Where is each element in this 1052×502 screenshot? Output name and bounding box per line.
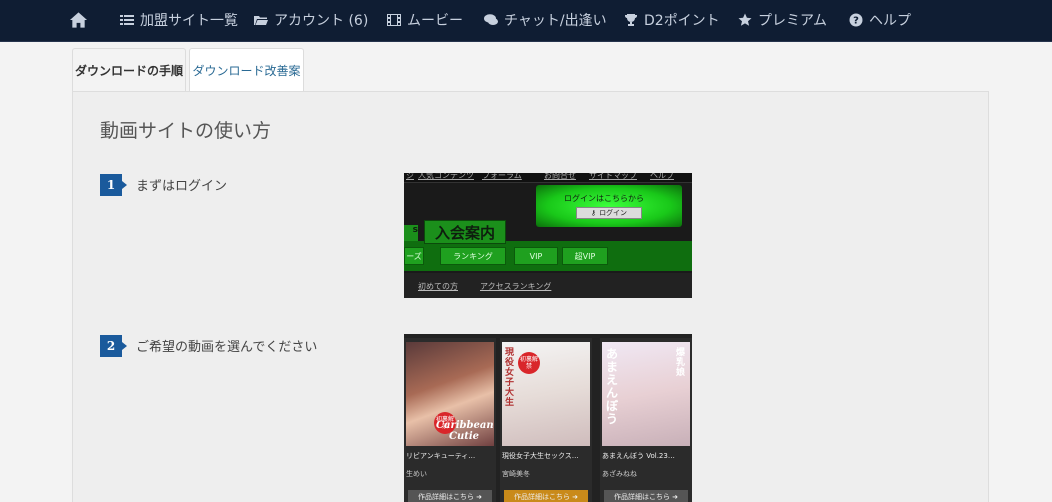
nav-premium-label: プレミアム [758,13,828,29]
menu-pill: 超VIP [562,247,608,265]
video-thumbnail: 現役女子大生 初裏解禁 [502,342,590,446]
top-link: ヘルプ [650,173,674,180]
tab-download-improvement[interactable]: ダウンロード改善案 [189,48,304,92]
svg-text:?: ? [853,16,859,27]
step-1-badge: 1 [100,174,127,196]
join-guide-label: 入会案内 [424,220,506,244]
login-button-label: ログイン [599,209,628,217]
video-detail-button: 作品詳細はこちら ➜ [604,490,688,502]
menu-pill: ランキング [440,247,506,265]
nav-help[interactable]: ? ヘルプ [849,0,911,40]
folder-icon [254,16,268,25]
bottom-link: アクセスランキング [480,282,552,291]
nav-movie-label: ムービー [407,13,463,29]
nav-sites-label: 加盟サイト一覧 [140,13,238,29]
tab-download-steps[interactable]: ダウンロードの手順 [72,48,186,92]
video-thumbnail: 初裏解禁 Caribbean Cutie [406,342,494,446]
video-badge: 初裏解禁 [518,352,540,374]
video-badge: 爆乳娘 [676,348,686,378]
video-card: 初裏解禁 Caribbean Cutie リビアンキューティ… 生めい 作品詳細… [404,338,496,502]
step-1-label: まずはログイン [136,179,228,194]
video-actress: 生めい [406,470,427,478]
video-overlay-text: 現役女子大生 [505,348,515,408]
top-link: サイトマップ [589,173,637,180]
menu-pill: ーズ [404,247,424,265]
page-title: 動画サイトの使い方 [100,120,272,142]
video-thumbnail: あまえんぼう 爆乳娘 [602,342,690,446]
videos-screenshot: 初裏解禁 Caribbean Cutie リビアンキューティ… 生めい 作品詳細… [404,334,692,502]
nav-home[interactable] [69,0,88,40]
video-card: 現役女子大生 初裏解禁 現役女子大生セックス… 宮崎美冬 作品詳細はこちら ➜ [500,338,592,502]
trophy-icon [625,14,637,26]
video-detail-button: 作品詳細はこちら ➜ [504,490,588,502]
video-card: あまえんぼう 爆乳娘 あまえんぼう Vol.23… あざみねね 作品詳細はこちら… [600,338,692,502]
nav-account-label: アカウント (6) [274,13,369,29]
video-overlay-text: あまえんぼう [606,347,619,426]
login-glow-box [536,185,682,227]
list-icon [120,15,134,25]
video-title: 現役女子大生セックス… [502,452,579,460]
top-link: 人気コンテンツ [418,173,474,180]
video-title: あまえんぼう Vol.23… [602,452,675,460]
bottom-link: 初めての方 [418,282,458,291]
login-prompt: ログインはこちらから [564,194,644,203]
chat-icon [484,14,498,25]
content-panel: 動画サイトの使い方 1 まずはログイン ジ 人気コンテンツ フォーラム お問合せ… [72,91,989,502]
join-left-fragment: s [404,225,418,241]
home-icon [69,12,88,28]
step-2-badge: 2 [100,335,127,357]
nav-chat[interactable]: チャット/出逢い [484,0,607,40]
nav-points[interactable]: D2ポイント [624,0,720,40]
key-icon: ⚷ [590,209,597,217]
star-icon [738,13,752,26]
video-actress: あざみねね [602,470,637,478]
video-overlay-text: Caribbean Cutie [436,420,494,442]
nav-sites[interactable]: 加盟サイト一覧 [120,0,238,40]
video-actress: 宮崎美冬 [502,470,530,478]
nav-premium[interactable]: プレミアム [738,0,827,40]
top-navbar: 加盟サイト一覧 アカウント (6) ムービー チャット/出逢い D2ポイント プ… [0,0,1052,42]
nav-points-label: D2ポイント [644,13,720,29]
question-icon: ? [849,13,863,27]
step-2-label: ご希望の動画を選んでください [136,340,318,355]
login-button-image: ⚷ ログイン [576,207,642,219]
top-link: お問合せ [544,173,576,180]
video-title: リビアンキューティ… [406,452,476,460]
video-detail-button: 作品詳細はこちら ➜ [408,490,492,502]
top-link: ジ [406,173,414,180]
screenshot-top-links: ジ 人気コンテンツ フォーラム お問合せ サイトマップ ヘルプ [404,173,692,183]
top-link: フォーラム [482,173,522,180]
nav-account[interactable]: アカウント (6) [254,0,368,40]
film-icon [387,14,401,26]
nav-movie[interactable]: ムービー [387,0,463,40]
nav-help-label: ヘルプ [869,13,911,29]
menu-pill: VIP [514,247,558,265]
screenshot-bottom-links: 初めての方 アクセスランキング [404,273,692,298]
nav-chat-label: チャット/出逢い [504,13,607,29]
login-screenshot: ジ 人気コンテンツ フォーラム お問合せ サイトマップ ヘルプ ログインはこちら… [404,173,692,298]
